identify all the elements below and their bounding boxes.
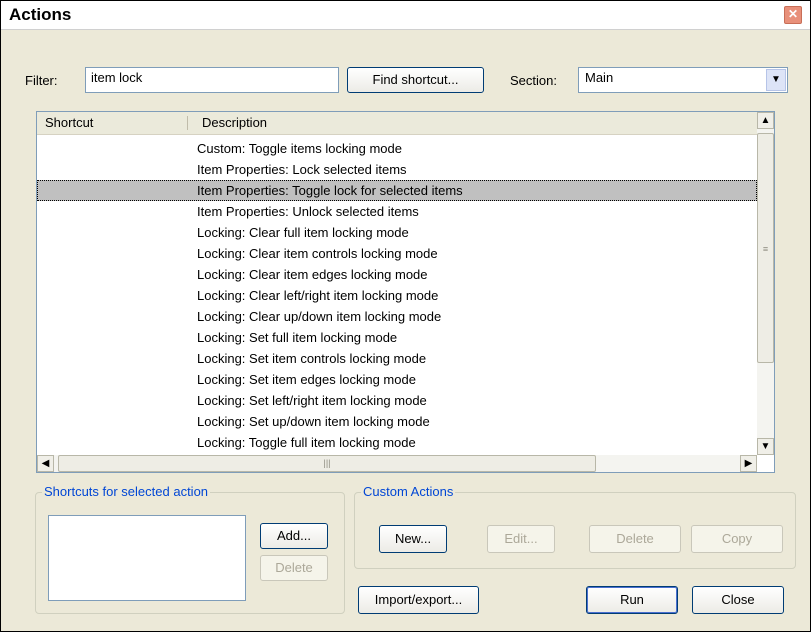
- actions-window: Actions ✕ Filter: item lock Find shortcu…: [0, 0, 811, 632]
- window-title: Actions: [9, 5, 72, 24]
- arrow-left-icon[interactable]: ◀: [37, 455, 54, 472]
- custom-actions-group: Custom Actions New... Edit... Delete Cop…: [354, 484, 796, 569]
- copy-action-button[interactable]: Copy: [691, 525, 783, 553]
- list-item[interactable]: Locking: Set item edges locking mode: [37, 369, 757, 390]
- list-item[interactable]: Locking: Clear item controls locking mod…: [37, 243, 757, 264]
- new-action-button[interactable]: New...: [379, 525, 447, 553]
- section-select[interactable]: Main ▼: [578, 67, 788, 93]
- actions-list[interactable]: Shortcut Description Custom: Toggle item…: [36, 111, 775, 473]
- list-item[interactable]: Item Properties: Toggle lock for selecte…: [37, 180, 757, 201]
- run-button[interactable]: Run: [586, 586, 678, 614]
- list-item[interactable]: Locking: Clear left/right item locking m…: [37, 285, 757, 306]
- list-rows: Custom: Toggle items locking mode Item Pr…: [37, 138, 757, 453]
- shortcuts-group-title: Shortcuts for selected action: [42, 484, 211, 499]
- list-item[interactable]: Locking: Clear full item locking mode: [37, 222, 757, 243]
- filter-label: Filter:: [25, 73, 58, 88]
- custom-actions-group-title: Custom Actions: [361, 484, 456, 499]
- column-shortcut[interactable]: Shortcut: [45, 115, 93, 130]
- list-item[interactable]: Locking: Toggle full item locking mode: [37, 432, 757, 453]
- list-item[interactable]: Item Properties: Lock selected items: [37, 159, 757, 180]
- list-header: Shortcut Description: [37, 112, 757, 135]
- arrow-up-icon[interactable]: ▲: [757, 112, 774, 129]
- close-button[interactable]: Close: [692, 586, 784, 614]
- arrow-right-icon[interactable]: ▶: [740, 455, 757, 472]
- close-icon: ✕: [787, 7, 799, 21]
- close-window-button[interactable]: ✕: [784, 6, 802, 24]
- section-label: Section:: [510, 73, 557, 88]
- horizontal-scroll-thumb[interactable]: |||: [58, 455, 596, 472]
- section-value: Main: [585, 70, 614, 85]
- delete-action-button[interactable]: Delete: [589, 525, 681, 553]
- title-bar: Actions ✕: [1, 1, 810, 30]
- list-item[interactable]: Locking: Clear item edges locking mode: [37, 264, 757, 285]
- list-item[interactable]: Custom: Toggle items locking mode: [37, 138, 757, 159]
- shortcuts-listbox[interactable]: [48, 515, 246, 601]
- edit-action-button[interactable]: Edit...: [487, 525, 555, 553]
- column-divider[interactable]: [187, 116, 188, 130]
- find-shortcut-button[interactable]: Find shortcut...: [347, 67, 484, 93]
- filter-input[interactable]: item lock: [85, 67, 339, 93]
- chevron-down-icon[interactable]: ▼: [766, 69, 786, 91]
- arrow-down-icon[interactable]: ▼: [757, 438, 774, 455]
- horizontal-scrollbar[interactable]: ◀ ||| ▶: [37, 455, 757, 472]
- delete-shortcut-button[interactable]: Delete: [260, 555, 328, 581]
- list-item[interactable]: Item Properties: Unlock selected items: [37, 201, 757, 222]
- column-description[interactable]: Description: [202, 115, 267, 130]
- shortcuts-group: Shortcuts for selected action Add... Del…: [35, 484, 345, 614]
- add-shortcut-button[interactable]: Add...: [260, 523, 328, 549]
- list-item[interactable]: Locking: Clear up/down item locking mode: [37, 306, 757, 327]
- list-item[interactable]: Locking: Set up/down item locking mode: [37, 411, 757, 432]
- list-item[interactable]: Locking: Set left/right item locking mod…: [37, 390, 757, 411]
- list-item[interactable]: Locking: Set item controls locking mode: [37, 348, 757, 369]
- import-export-button[interactable]: Import/export...: [358, 586, 479, 614]
- vertical-scrollbar[interactable]: ▲ ≡ ▼: [757, 112, 774, 455]
- vertical-scroll-thumb[interactable]: ≡: [757, 133, 774, 363]
- list-item[interactable]: Locking: Set full item locking mode: [37, 327, 757, 348]
